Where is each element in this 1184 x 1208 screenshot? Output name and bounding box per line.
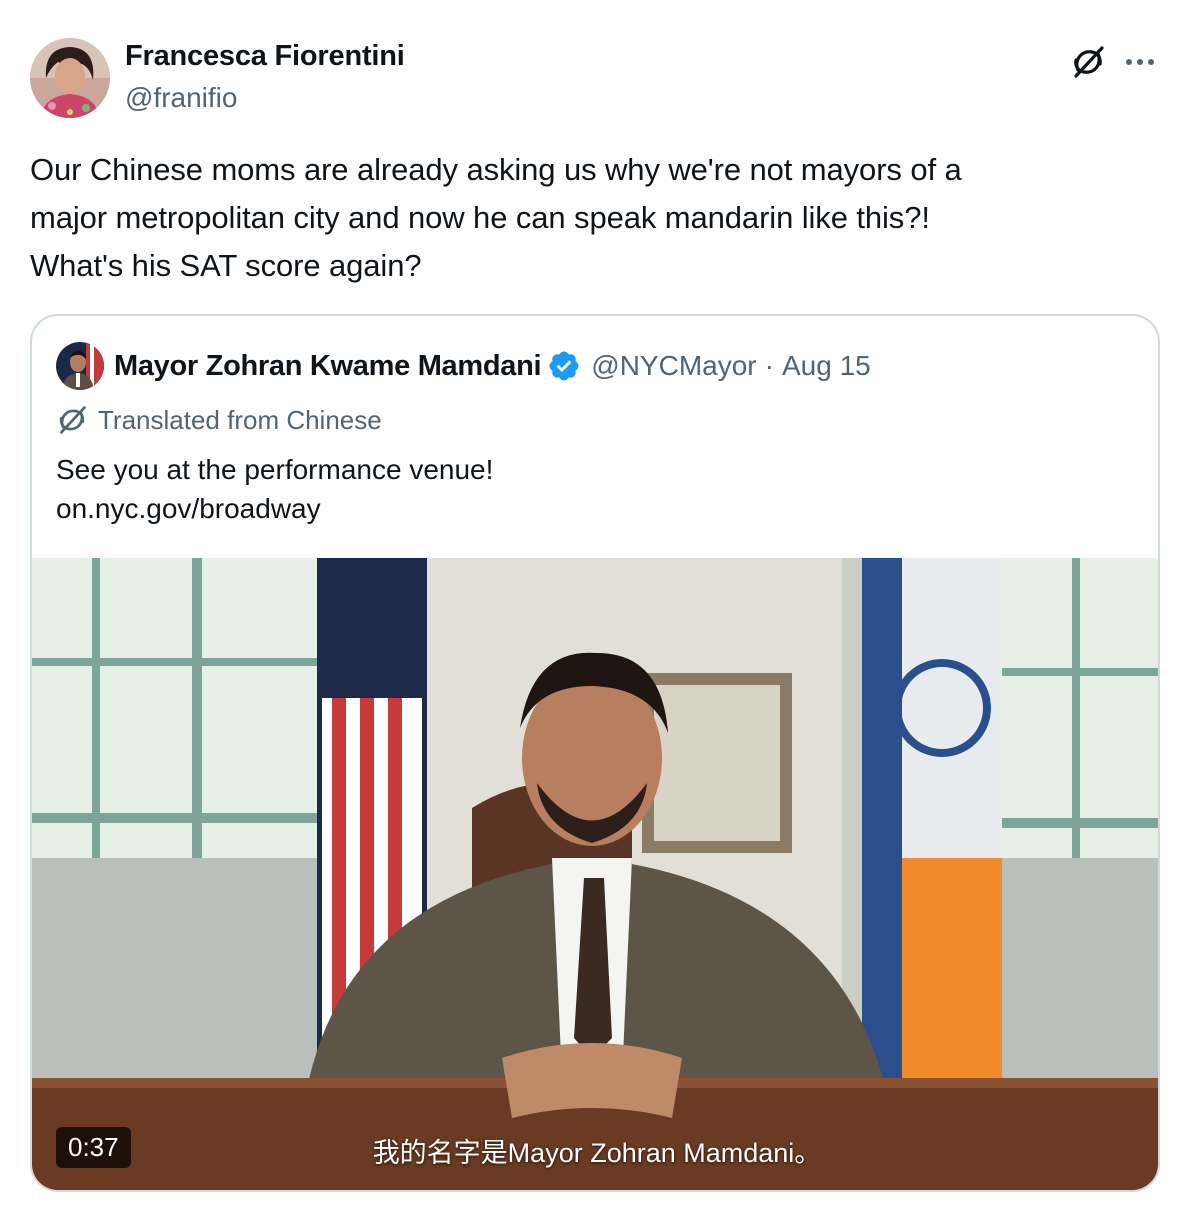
quoted-post[interactable]: Mayor Zohran Kwame Mamdani @NYCMayor · A…	[30, 314, 1160, 1192]
quoted-post-text: See you at the performance venue! on.nyc…	[56, 450, 493, 528]
quoted-post-body: See you at the performance venue!	[56, 454, 494, 485]
grok-icon[interactable]	[1068, 42, 1108, 82]
video-player[interactable]: 0:37 我的名字是Mayor Zohran Mamdani。	[32, 558, 1158, 1190]
post-header: Francesca Fiorentini @franifio	[30, 38, 1160, 118]
quoted-author-name[interactable]: Mayor Zohran Kwame Mamdani	[114, 350, 542, 383]
author-handle[interactable]: @franifio	[125, 82, 237, 114]
grok-translate-icon	[59, 406, 86, 434]
video-caption: 我的名字是Mayor Zohran Mamdani。	[372, 1138, 822, 1168]
video-frame	[32, 558, 1158, 1190]
more-icon[interactable]	[1120, 42, 1160, 82]
quoted-post-date[interactable]: Aug 15	[782, 350, 871, 382]
separator-dot: ·	[764, 350, 774, 381]
translated-label-text: Translated from Chinese	[98, 404, 382, 435]
quoted-author-handle[interactable]: @NYCMayor	[591, 350, 756, 382]
verified-badge-icon	[549, 351, 579, 381]
author-avatar[interactable]	[30, 38, 110, 118]
quoted-author-avatar[interactable]	[56, 342, 104, 390]
quoted-post-link[interactable]: on.nyc.gov/broadway	[56, 489, 493, 528]
quoted-post-header: Mayor Zohran Kwame Mamdani @NYCMayor · A…	[56, 342, 1138, 390]
post-text: Our Chinese moms are already asking us w…	[30, 152, 962, 283]
author-name[interactable]: Francesca Fiorentini	[125, 40, 405, 73]
translated-label[interactable]: Translated from Chinese	[56, 404, 382, 436]
